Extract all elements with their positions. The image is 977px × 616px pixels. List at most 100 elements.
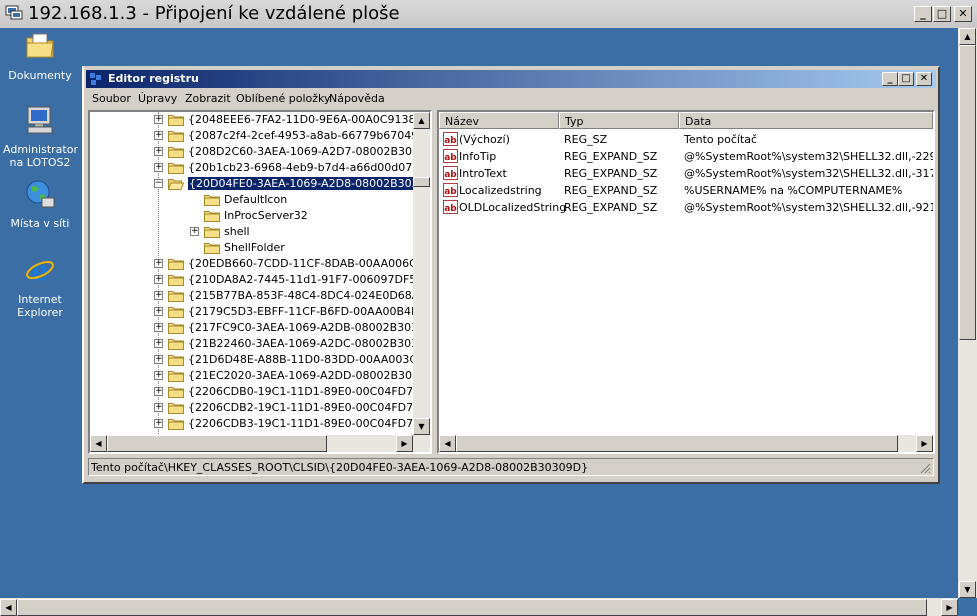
scroll-left-button[interactable]: ◀: [90, 435, 107, 452]
collapse-icon[interactable]: −: [154, 179, 163, 188]
scroll-thumb[interactable]: [107, 435, 327, 452]
string-value-icon: ab: [443, 149, 458, 163]
scroll-up-button[interactable]: ▲: [413, 112, 430, 129]
tree-key-row[interactable]: + {208D2C60-3AEA-1069-A2D7-08002B30309D}: [90, 144, 430, 160]
string-value-icon: ab: [443, 200, 458, 214]
expand-icon[interactable]: +: [154, 291, 163, 300]
scroll-up-button[interactable]: ▲: [959, 28, 976, 45]
regedit-maximize-button[interactable]: □: [898, 72, 914, 86]
scroll-left-button[interactable]: ◀: [439, 435, 456, 452]
desktop-icon-my-computer[interactable]: Administrator na LOTOS2: [3, 104, 78, 169]
desktop-icon-network-places[interactable]: Místa v síti: [3, 178, 77, 230]
column-header-type[interactable]: Typ: [559, 112, 679, 129]
scroll-right-button[interactable]: ▶: [941, 599, 958, 616]
scroll-down-button[interactable]: ▼: [959, 581, 976, 598]
scroll-thumb[interactable]: [959, 45, 976, 340]
value-row[interactable]: ab InfoTip REG_EXPAND_SZ @%SystemRoot%\syst…: [439, 148, 933, 165]
expand-icon[interactable]: +: [154, 131, 163, 140]
expand-icon[interactable]: +: [154, 259, 163, 268]
folder-icon: [168, 257, 184, 270]
tree-subkey-row[interactable]: DefaultIcon: [90, 192, 413, 208]
expand-icon[interactable]: +: [154, 323, 163, 332]
tree-key-row[interactable]: + {21D6D48E-A88B-11D0-83DD-00AA003CCABD}: [90, 352, 430, 368]
value-name: OLDLocalizedString: [459, 201, 567, 214]
rdp-minimize-button[interactable]: _: [914, 6, 932, 22]
tree-key-label: {20D04FE0-3AEA-1069-A2D8-08002B30309D}: [186, 176, 430, 191]
tree-key-row[interactable]: + {2206CDB0-19C1-11D1-89E0-00C04FD7A829}: [90, 384, 430, 400]
expand-icon[interactable]: +: [154, 419, 163, 428]
tree-key-row[interactable]: + {20b1cb23-6968-4eb9-b7d4-a66d00d07cee}: [90, 160, 430, 176]
expand-icon[interactable]: +: [190, 227, 199, 236]
value-name: Localizedstring: [459, 184, 542, 197]
resize-grip-icon[interactable]: [919, 462, 931, 474]
menu-zobrazit[interactable]: Zobrazit: [185, 92, 231, 105]
expand-icon[interactable]: +: [154, 371, 163, 380]
key-tree-pane[interactable]: + {2048EEE6-7FA2-11D0-9E6A-00A0C9138C29} +…: [88, 110, 432, 454]
scroll-thumb[interactable]: [456, 435, 898, 452]
value-row[interactable]: ab IntroText REG_EXPAND_SZ @%SystemRoot%\sy…: [439, 165, 933, 182]
tree-key-row[interactable]: + {215B77BA-853F-48C4-8DC4-024E0D68A812}: [90, 288, 430, 304]
tree-key-row[interactable]: + {2206CDB3-19C1-11D1-89E0-00C04FD7A829}: [90, 416, 430, 432]
tree-key-row[interactable]: + {21EC2020-3AEA-1069-A2DD-08002B30309D}: [90, 368, 430, 384]
tree-key-label: {217FC9C0-3AEA-1069-A2DB-08002B30309D}: [188, 321, 432, 334]
desktop-icon-internet-explorer[interactable]: e Internet Explorer: [3, 254, 77, 319]
tree-key-row[interactable]: + {2048EEE6-7FA2-11D0-9E6A-00A0C9138C29}: [90, 112, 430, 128]
tree-vertical-scrollbar[interactable]: ▲ ▼: [413, 112, 430, 435]
tree-subkey-row[interactable]: ShellFolder: [90, 240, 413, 256]
expand-icon[interactable]: +: [154, 163, 163, 172]
remote-desktop: Dokumenty Administrator na LOTOS2 Místa …: [0, 28, 958, 616]
folder-icon: [168, 113, 184, 126]
tree-subkey-row[interactable]: InProcServer32: [90, 208, 413, 224]
desktop-icon-documents[interactable]: Dokumenty: [3, 30, 77, 82]
scroll-left-button[interactable]: ◀: [0, 599, 17, 616]
rdp-maximize-button[interactable]: □: [933, 6, 951, 22]
rdp-horizontal-scrollbar[interactable]: ◀ ▶: [0, 598, 958, 616]
value-type: REG_EXPAND_SZ: [564, 201, 658, 214]
values-list-pane[interactable]: Název Typ Data ab (Výchozí) REG_SZ Tento po…: [437, 110, 935, 454]
expand-icon[interactable]: +: [154, 115, 163, 124]
expand-icon[interactable]: +: [154, 275, 163, 284]
tree-key-row[interactable]: + {210DA8A2-7445-11d1-91F7-006097DF5BD4}: [90, 272, 430, 288]
expand-icon[interactable]: +: [154, 147, 163, 156]
menu-oblibene-polozky[interactable]: Oblíbené položky: [236, 92, 331, 105]
expand-icon[interactable]: +: [154, 307, 163, 316]
tree-horizontal-scrollbar[interactable]: ◀ ▶: [90, 435, 430, 452]
tree-key-row[interactable]: + {20EDB660-7CDD-11CF-8DAB-00AA006C1A01}: [90, 256, 430, 272]
tree-subkey-row[interactable]: + shell: [90, 224, 413, 240]
column-header-data[interactable]: Data: [679, 112, 933, 129]
scroll-down-button[interactable]: ▼: [413, 418, 430, 435]
folder-icon: [168, 401, 184, 414]
rdp-vertical-scrollbar[interactable]: ▲ ▼: [958, 28, 977, 598]
menu-upravy[interactable]: Úpravy: [138, 92, 177, 105]
registry-editor-window: Editor registru _ □ ✕ Soubor Úpravy Zobr…: [82, 66, 940, 484]
tree-key-row[interactable]: + {217FC9C0-3AEA-1069-A2DB-08002B30309D}: [90, 320, 430, 336]
folder-icon: [204, 225, 220, 238]
tree-key-label: {215B77BA-853F-48C4-8DC4-024E0D68A812}: [188, 289, 432, 302]
value-type: REG_EXPAND_SZ: [564, 167, 658, 180]
expand-icon[interactable]: +: [154, 387, 163, 396]
tree-key-row[interactable]: + {2179C5D3-EBFF-11CF-B6FD-00AA00B4E220}: [90, 304, 430, 320]
rdp-close-button[interactable]: ✕: [954, 6, 972, 22]
scroll-right-button[interactable]: ▶: [396, 435, 413, 452]
menu-napoveda[interactable]: Nápověda: [329, 92, 385, 105]
column-header-name[interactable]: Název: [439, 112, 559, 129]
expand-icon[interactable]: +: [154, 403, 163, 412]
value-row[interactable]: ab (Výchozí) REG_SZ Tento počítač: [439, 131, 933, 148]
value-row[interactable]: ab Localizedstring REG_EXPAND_SZ %USERNAME%…: [439, 182, 933, 199]
regedit-close-button[interactable]: ✕: [916, 72, 932, 86]
scroll-right-button[interactable]: ▶: [916, 435, 933, 452]
tree-key-row[interactable]: − {20D04FE0-3AEA-1069-A2D8-08002B30309D}: [90, 176, 430, 192]
folder-icon: [204, 193, 220, 206]
menu-soubor[interactable]: Soubor: [92, 92, 131, 105]
folder-icon: [168, 273, 184, 286]
regedit-minimize-button[interactable]: _: [882, 72, 898, 86]
expand-icon[interactable]: +: [154, 355, 163, 364]
scroll-thumb[interactable]: [413, 177, 430, 187]
expand-icon[interactable]: +: [154, 339, 163, 348]
tree-key-row[interactable]: + {2087c2f4-2cef-4953-a8ab-66779b670495}: [90, 128, 430, 144]
tree-key-row[interactable]: + {21B22460-3AEA-1069-A2DC-08002B30309D}: [90, 336, 430, 352]
value-row[interactable]: ab OLDLocalizedString REG_EXPAND_SZ @%Syste…: [439, 199, 933, 216]
scroll-thumb[interactable]: [17, 599, 927, 616]
values-horizontal-scrollbar[interactable]: ◀ ▶: [439, 435, 933, 452]
tree-key-row[interactable]: + {2206CDB2-19C1-11D1-89E0-00C04FD7A829}: [90, 400, 430, 416]
